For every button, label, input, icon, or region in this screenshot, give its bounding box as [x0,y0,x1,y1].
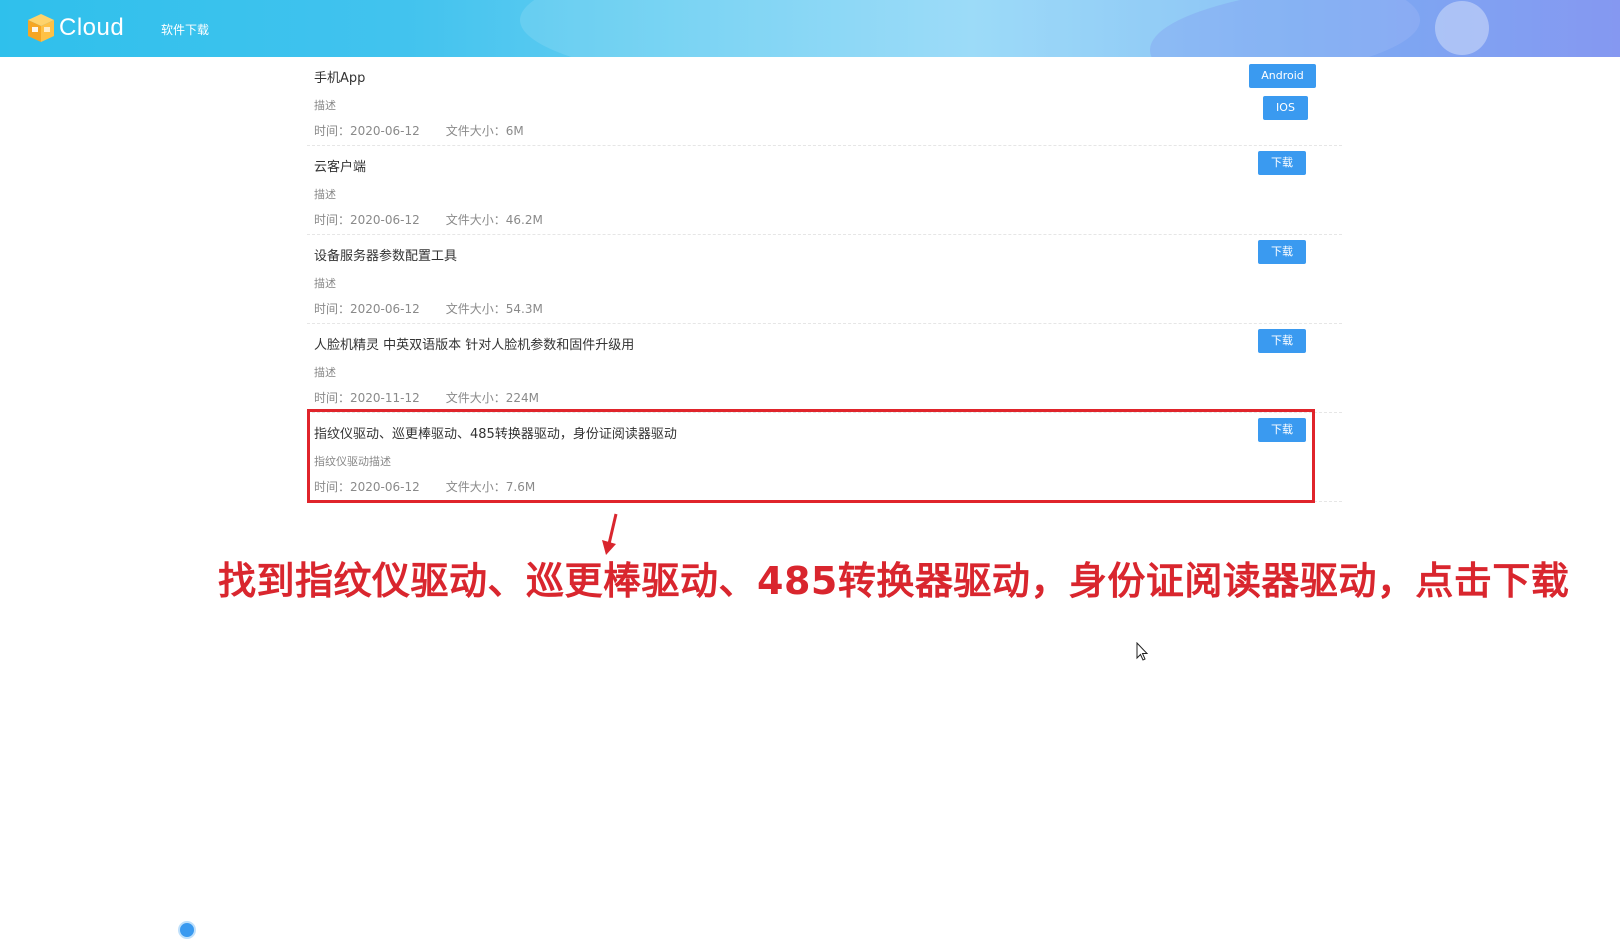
cloud-box-logo-icon [28,14,54,42]
logo[interactable]: Cloud [26,12,124,44]
item-desc: 描述 [314,366,336,379]
logo-text: Cloud [59,14,125,41]
item-name: 人脸机精灵 中英双语版本 针对人脸机参数和固件升级用 [314,338,635,353]
instruction-caption: 找到指纹仪驱动、巡更棒驱动、485转换器驱动，身份证阅读器驱动，点击下载 [218,559,1570,603]
download-button[interactable]: 下载 [1258,329,1306,353]
list-item: 云客户端 描述 时间：2020-06-12 文件大小：46.2M 下载 [307,146,1342,235]
download-button[interactable]: 下载 [1258,151,1306,175]
list-item: 设备服务器参数配置工具 描述 时间：2020-06-12 文件大小：54.3M 下… [307,235,1342,324]
item-name: 手机App [314,71,366,86]
android-download-button[interactable]: Android [1249,64,1316,88]
download-button[interactable]: 下载 [1258,240,1306,264]
item-desc: 描述 [314,99,336,112]
item-size: 文件大小：46.2M [445,213,543,227]
highlight-box [307,409,1315,503]
item-desc: 描述 [314,277,336,290]
item-desc: 描述 [314,188,336,201]
item-time: 时间：2020-11-12 [314,391,420,405]
item-size: 文件大小：224M [445,391,540,405]
item-size: 文件大小：54.3M [445,302,543,316]
item-meta: 时间：2020-06-12 文件大小：46.2M [314,211,543,228]
item-meta: 时间：2020-06-12 文件大小：54.3M [314,300,543,317]
list-item: 手机App 描述 时间：2020-06-12 文件大小：6M Android IO… [307,57,1342,146]
top-header: Cloud 软件下载 [0,0,1620,57]
item-size: 文件大小：6M [445,124,524,138]
ios-download-button[interactable]: IOS [1263,96,1308,120]
list-item: 人脸机精灵 中英双语版本 针对人脸机参数和固件升级用 描述 时间：2020-11… [307,324,1342,413]
item-meta: 时间：2020-06-12 文件大小：6M [314,122,524,139]
mouse-cursor-icon [1136,642,1149,661]
item-time: 时间：2020-06-12 [314,124,420,138]
item-meta: 时间：2020-11-12 文件大小：224M [314,389,539,406]
nav-software-download[interactable]: 软件下载 [161,21,209,38]
item-time: 时间：2020-06-12 [314,302,420,316]
loading-indicator [178,921,196,939]
avatar[interactable] [1435,1,1489,55]
item-name: 云客户端 [314,160,367,175]
item-time: 时间：2020-06-12 [314,213,420,227]
item-name: 设备服务器参数配置工具 [314,249,458,264]
header-decoration [1150,0,1620,57]
